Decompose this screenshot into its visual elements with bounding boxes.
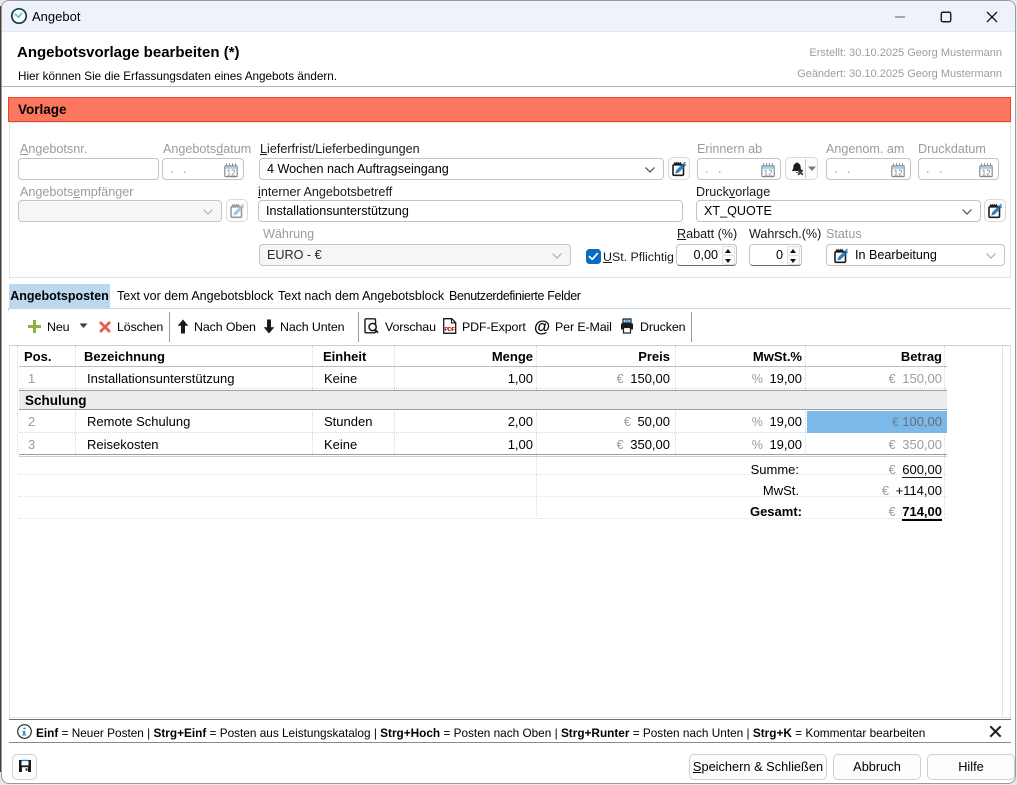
svg-text:PDF: PDF (444, 327, 455, 333)
svg-text:12: 12 (982, 169, 991, 178)
svg-text:12: 12 (894, 169, 903, 178)
svg-text:12: 12 (227, 169, 236, 178)
svg-text:12: 12 (764, 169, 773, 178)
